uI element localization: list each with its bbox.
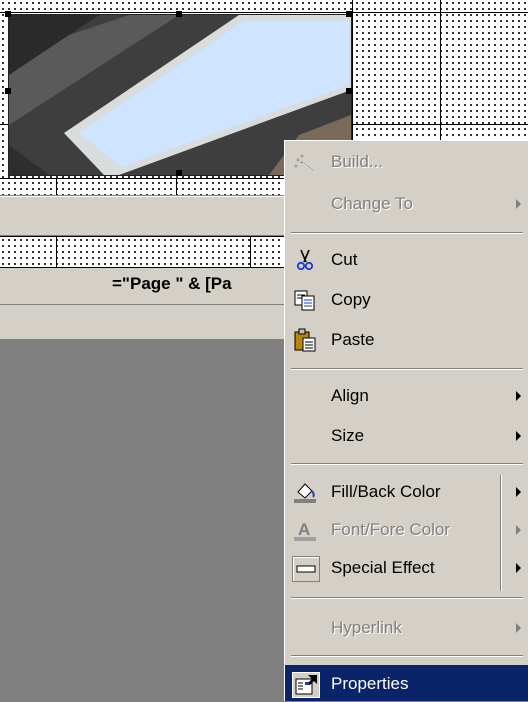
build-icon (292, 150, 318, 174)
submenu-arrow-icon (516, 391, 521, 401)
menu-separator (291, 232, 523, 234)
menu-item-cut[interactable]: Cut (285, 241, 528, 279)
menu-item-label: Properties (331, 674, 409, 693)
menu-item-label: Special Effect (331, 558, 435, 577)
resize-handle[interactable] (346, 11, 352, 17)
grid-line (176, 178, 177, 195)
submenu-arrow-icon (516, 525, 521, 535)
menu-separator (291, 655, 523, 657)
menu-item-build[interactable]: Build... (285, 143, 528, 181)
special-effect-icon (292, 556, 320, 582)
properties-icon (292, 672, 320, 698)
fill-color-icon (292, 480, 318, 504)
menu-separator (291, 463, 523, 465)
menu-item-paste[interactable]: Paste (285, 321, 528, 359)
menu-item-label: Size (331, 426, 365, 445)
menu-item-label: Hyperlink (331, 618, 402, 637)
menu-item-special-effect[interactable]: Special Effect (285, 549, 528, 587)
submenu-arrow-icon (516, 487, 521, 497)
grid-line (56, 237, 57, 267)
submenu-arrow-icon (516, 563, 521, 573)
grid-line (0, 12, 528, 13)
page-number-expression: ="Page " & [Pa (112, 274, 232, 293)
menu-item-copy[interactable]: Copy (285, 281, 528, 319)
menu-item-label: Cut (331, 250, 358, 269)
menu-item-label: Align (331, 386, 369, 405)
resize-handle[interactable] (176, 170, 182, 176)
menu-item-label: Fill/Back Color (331, 482, 441, 501)
grid-line (56, 178, 57, 195)
menu-item-properties[interactable]: Properties (285, 665, 528, 701)
svg-text:A: A (298, 520, 310, 539)
menu-separator (291, 597, 523, 599)
resize-handle[interactable] (5, 11, 11, 17)
menu-separator (291, 368, 523, 370)
resize-handle[interactable] (5, 88, 11, 94)
menu-item-label: Paste (331, 330, 375, 349)
menu-item-label: Copy (331, 290, 371, 309)
menu-item-change-to[interactable]: Change To (285, 185, 528, 223)
menu-item-font-fore-color[interactable]: A Font/Fore Color (285, 511, 528, 549)
scissors-icon (292, 248, 318, 272)
resize-handle[interactable] (176, 11, 182, 17)
menu-item-label: Build... (331, 152, 383, 171)
menu-item-fill-back-color[interactable]: Fill/Back Color (285, 473, 528, 511)
resize-handle[interactable] (346, 88, 352, 94)
context-menu: Build... Change To Cut Copy Paste Align … (284, 140, 528, 701)
menu-item-label: Change To (331, 194, 413, 213)
grid-line (250, 237, 251, 267)
submenu-arrow-icon (516, 199, 521, 209)
font-color-icon: A (292, 518, 318, 542)
copy-icon (292, 288, 318, 312)
menu-item-label: Font/Fore Color (331, 520, 451, 539)
paste-icon (292, 328, 318, 352)
submenu-arrow-icon (516, 623, 521, 633)
menu-item-hyperlink[interactable]: Hyperlink (285, 609, 528, 647)
menu-item-align[interactable]: Align (285, 377, 528, 415)
submenu-arrow-icon (516, 431, 521, 441)
menu-item-size[interactable]: Size (285, 417, 528, 455)
